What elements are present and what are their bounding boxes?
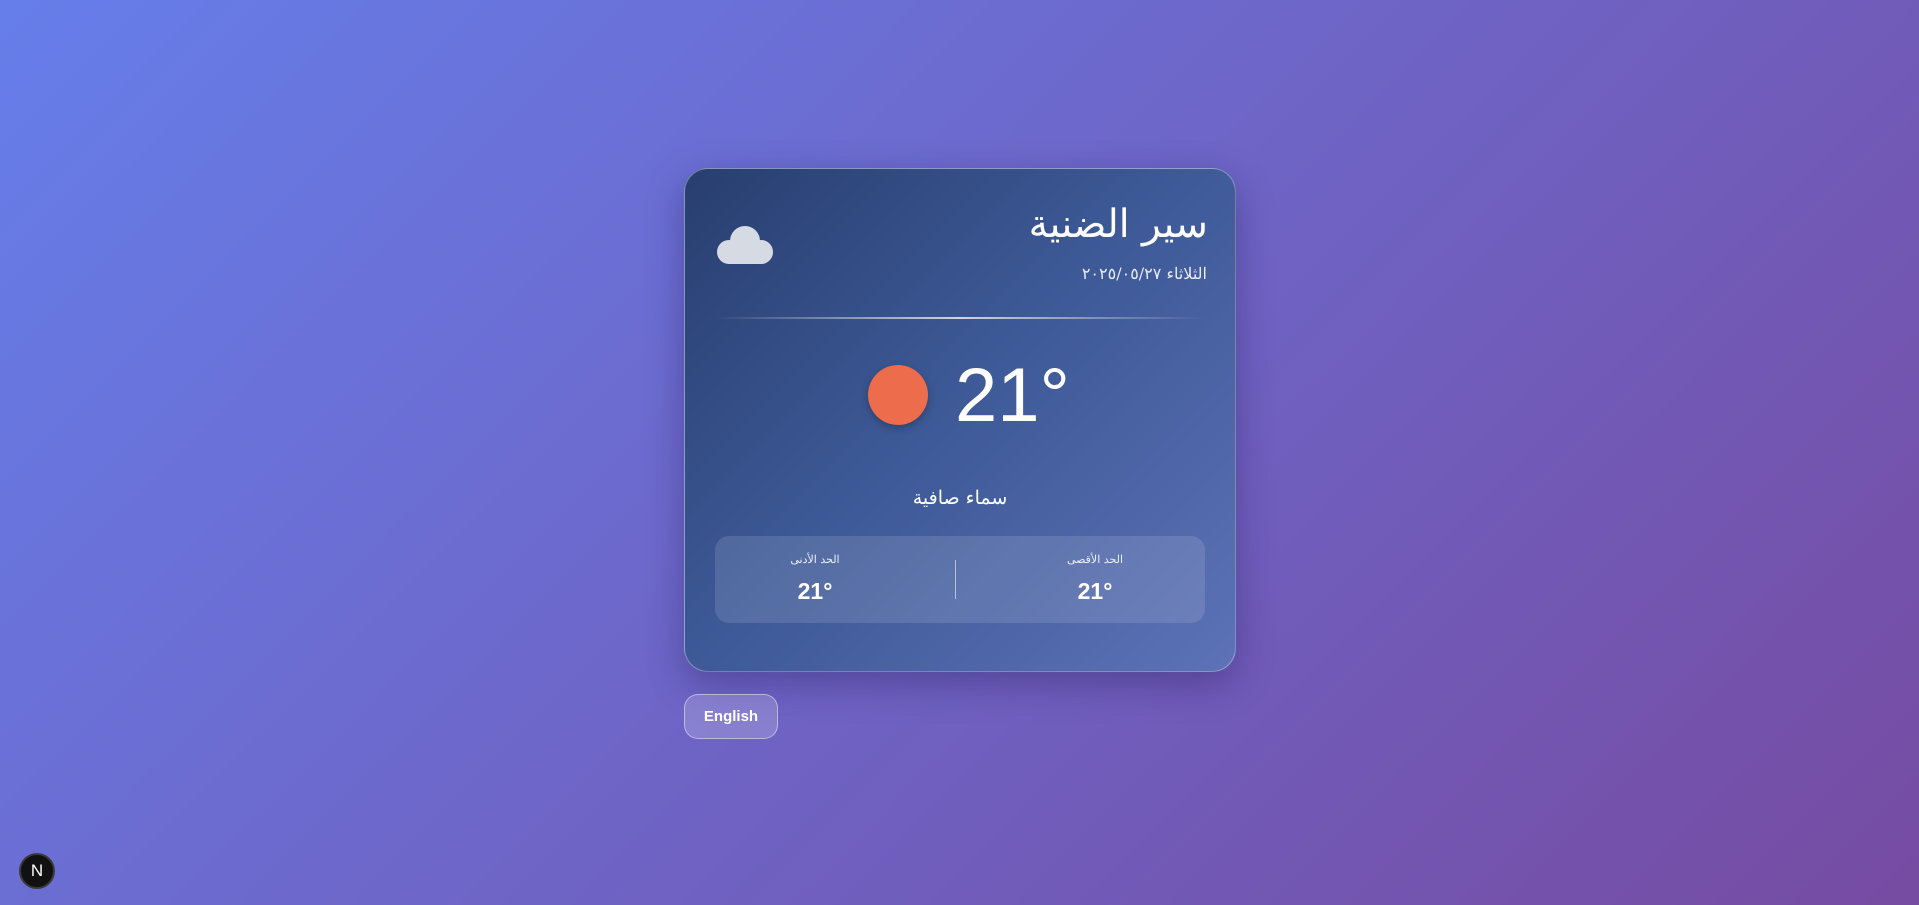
city-name: سير الضنية <box>1028 202 1208 247</box>
min-temperature: الحد الأدنى 21° <box>725 552 905 604</box>
min-value: 21° <box>797 578 833 604</box>
max-value: 21° <box>1077 578 1113 604</box>
language-toggle-button[interactable]: English <box>684 694 778 739</box>
divider <box>715 317 1205 319</box>
min-max-separator <box>955 560 956 599</box>
sun-icon <box>868 365 928 425</box>
max-temperature: الحد الأقصى 21° <box>1005 552 1185 604</box>
nextjs-icon[interactable]: N <box>19 853 55 889</box>
weather-card: سير الضنية الثلاثاء ٢٠٢٥/٠٥/٢٧ 21° سماء … <box>684 168 1236 672</box>
date-label: الثلاثاء ٢٠٢٥/٠٥/٢٧ <box>1081 264 1207 283</box>
current-temperature: 21° <box>955 353 1070 438</box>
max-label: الحد الأقصى <box>1066 553 1124 566</box>
weather-condition: سماء صافية <box>912 487 1008 509</box>
cloud-icon <box>717 226 773 264</box>
min-label: الحد الأدنى <box>790 553 840 566</box>
min-max-panel: الحد الأقصى 21° الحد الأدنى 21° <box>715 536 1205 623</box>
